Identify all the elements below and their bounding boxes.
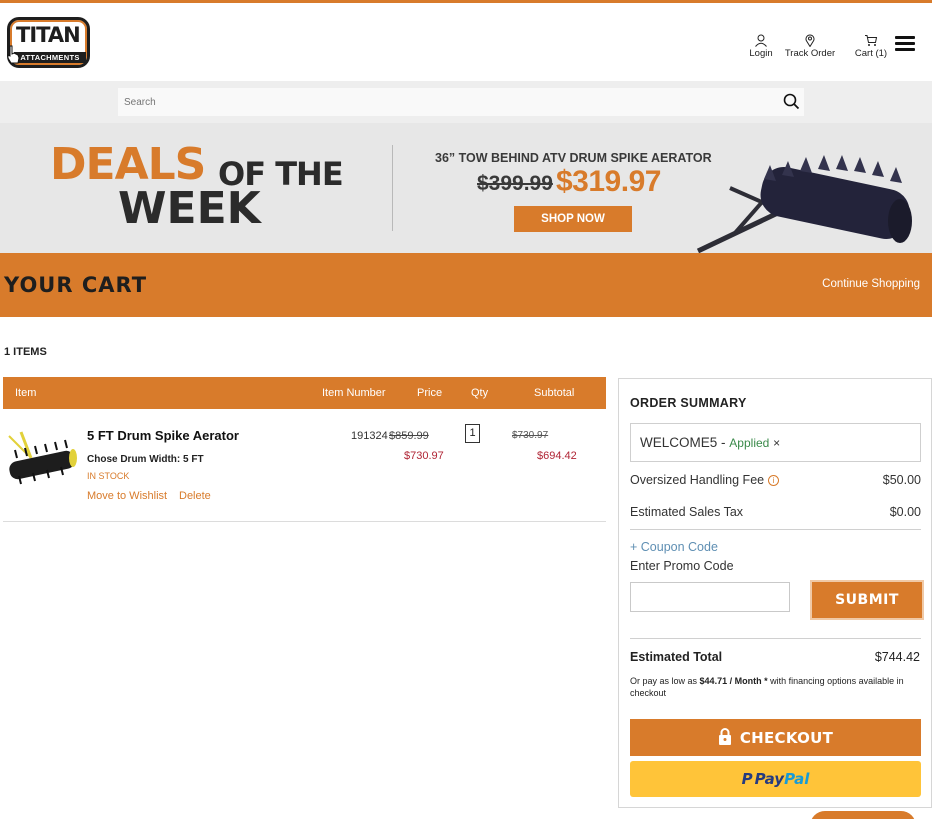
original-subtotal: $730.97 (512, 430, 549, 441)
sales-tax-label: Estimated Sales Tax (630, 505, 744, 519)
sales-tax-value: $0.00 (889, 505, 921, 519)
original-price: $859.99 (389, 430, 429, 442)
user-icon (755, 34, 767, 47)
table-row: 5 FT Drum Spike Aerator Chose Drum Width… (3, 410, 606, 522)
handling-fee-label: Oversized Handling Fee (630, 473, 765, 487)
sales-tax-row: Estimated Sales Tax $0.00 (630, 505, 921, 519)
column-header-item-number: Item Number (322, 387, 386, 399)
search-icon[interactable] (783, 93, 800, 110)
estimated-total-label: Estimated Total (630, 650, 723, 664)
track-order-label: Track Order (784, 48, 836, 59)
login-label: Login (749, 48, 773, 59)
shop-now-button[interactable]: SHOP NOW (514, 206, 632, 232)
order-summary-panel: ORDER SUMMARY WELCOME5 - Applied × Overs… (618, 378, 932, 808)
search-bar (0, 81, 932, 123)
location-pin-icon (805, 34, 815, 47)
search-input[interactable] (118, 88, 804, 116)
submit-promo-button[interactable]: SUBMIT (810, 580, 924, 620)
hamburger-menu-icon[interactable] (895, 36, 915, 52)
product-variant: Chose Drum Width: 5 FT (87, 454, 204, 465)
column-header-qty: Qty (471, 387, 489, 399)
coupon-separator: - (721, 435, 726, 450)
checkout-button[interactable]: CHECKOUT (630, 719, 921, 756)
sale-price: $730.97 (404, 450, 444, 462)
cart-link[interactable]: Cart (1) (850, 34, 892, 59)
banner-week-text: WEEK (118, 183, 261, 234)
cart-icon (865, 35, 878, 46)
coupon-code-toggle[interactable]: + Coupon Code (630, 540, 718, 554)
site-header: TITAN ATTACHMENTS Login Track Order Cart… (0, 3, 932, 81)
items-count: 1 ITEMS (4, 346, 47, 358)
product-thumbnail[interactable] (3, 428, 77, 488)
estimated-total-value: $744.42 (874, 650, 920, 664)
checkout-label: CHECKOUT (739, 729, 834, 747)
banner-product-title: 36” TOW BEHIND ATV DRUM SPIKE AERATOR (435, 151, 712, 165)
aerator-product-image (696, 155, 912, 253)
login-link[interactable]: Login (746, 34, 776, 59)
summary-divider (630, 638, 921, 639)
remove-coupon-button[interactable]: × (773, 436, 780, 450)
track-order-link[interactable]: Track Order (782, 34, 838, 59)
info-icon[interactable]: i (768, 475, 780, 486)
banner-old-price: $399.99 (477, 172, 553, 195)
lock-icon (718, 728, 731, 745)
summary-divider (630, 529, 921, 530)
stock-status: IN STOCK (87, 471, 130, 481)
applied-coupon: WELCOME5 - Applied × (630, 423, 921, 462)
banner-divider (392, 145, 393, 231)
logo-text: TITAN (16, 23, 81, 47)
logo-subtext: ATTACHMENTS (14, 52, 86, 63)
hand-cursor-icon (7, 45, 20, 64)
subtotal: $694.42 (537, 450, 577, 462)
financing-prefix: Or pay as low as (630, 676, 698, 686)
banner-deals-text: DEALS (50, 139, 206, 190)
floating-chat-button[interactable] (810, 811, 916, 819)
order-summary-title: ORDER SUMMARY (630, 396, 747, 410)
promo-code-input[interactable] (630, 582, 790, 612)
deals-banner[interactable]: DEALS OF THE WEEK 36” TOW BEHIND ATV DRU… (0, 123, 932, 253)
cart-table-header: Item Item Number Price Qty Subtotal (3, 377, 606, 409)
financing-amount: $44.71 / Month * (699, 676, 768, 686)
paypal-button[interactable]: P PayPal (630, 761, 921, 797)
paypal-label-pay: Pay (754, 770, 785, 788)
item-number: 191324 (351, 430, 388, 442)
paypal-icon: P (741, 770, 753, 788)
promo-code-label: Enter Promo Code (630, 559, 734, 573)
column-header-price: Price (417, 387, 443, 399)
delete-item-link[interactable]: Delete (179, 490, 211, 502)
continue-shopping-link[interactable]: Continue Shopping (822, 278, 920, 290)
paypal-label-pal: Pal (784, 770, 810, 788)
cart-header-bar: YOUR CART Continue Shopping (0, 253, 932, 317)
banner-new-price: $319.97 (556, 165, 661, 198)
product-name-link[interactable]: 5 FT Drum Spike Aerator (87, 428, 239, 443)
coupon-status: Applied (729, 436, 770, 450)
move-to-wishlist-link[interactable]: Move to Wishlist (87, 490, 167, 502)
column-header-subtotal: Subtotal (534, 387, 575, 399)
handling-fee-row: Oversized Handling Fee i $50.00 (630, 473, 921, 487)
cart-label: Cart (1) (854, 48, 888, 59)
quantity-input[interactable]: 1 (465, 424, 480, 443)
coupon-code: WELCOME5 (640, 435, 718, 450)
column-header-item: Item (15, 387, 37, 399)
handling-fee-value: $50.00 (882, 473, 921, 487)
page-title: YOUR CART (4, 273, 148, 297)
financing-note: Or pay as low as $44.71 / Month * with f… (630, 675, 921, 699)
